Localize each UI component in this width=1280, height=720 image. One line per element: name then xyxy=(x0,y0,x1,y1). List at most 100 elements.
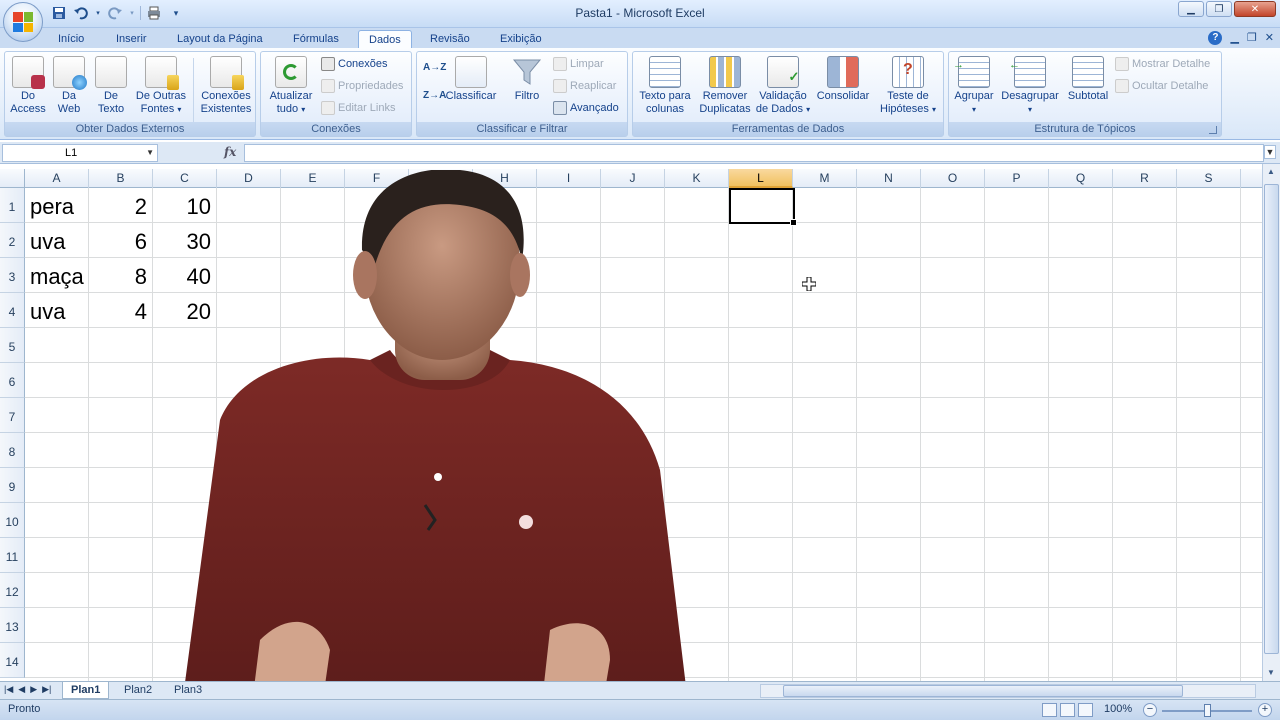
row-header-3[interactable]: 3 xyxy=(0,258,25,293)
column-header-f[interactable]: F xyxy=(345,169,409,188)
teste-de-hipoteses-button[interactable]: ? Teste de Hipóteses ▾ xyxy=(875,54,941,116)
insert-function-icon[interactable]: fx xyxy=(224,145,236,159)
zoom-in-button[interactable]: + xyxy=(1258,703,1272,717)
formula-input[interactable] xyxy=(244,144,1264,162)
help-icon[interactable]: ? xyxy=(1208,31,1223,45)
cell-b4[interactable]: 4 xyxy=(89,294,147,329)
expand-formula-bar-icon[interactable]: ▼ xyxy=(1264,145,1276,159)
last-sheet-icon[interactable]: ▶| xyxy=(42,684,51,695)
page-layout-view-icon[interactable] xyxy=(1060,703,1075,717)
column-header-b[interactable]: B xyxy=(89,169,153,188)
cell-b2[interactable]: 6 xyxy=(89,224,147,259)
worksheet-grid[interactable]: pera 2 10 uva 6 30 maça 8 40 uva 4 20 ABCDEFGHIJKLM… xyxy=(0,169,1262,681)
do-access-button[interactable]: Do Access xyxy=(7,54,49,116)
column-header-a[interactable]: A xyxy=(25,169,89,188)
row-header-12[interactable]: 12 xyxy=(0,573,25,608)
next-sheet-icon[interactable]: ▶ xyxy=(30,684,37,695)
texto-para-colunas-button[interactable]: Texto para colunas xyxy=(635,54,695,116)
ribbon-minimize-icon[interactable]: ▁ xyxy=(1230,31,1238,45)
vertical-scrollbar[interactable]: ▲ ▼ xyxy=(1262,164,1280,681)
chevron-down-icon[interactable]: ▼ xyxy=(146,145,154,161)
column-header-r[interactable]: R xyxy=(1113,169,1177,188)
sheet-tab-plan3[interactable]: Plan3 xyxy=(166,682,210,699)
column-header-c[interactable]: C xyxy=(153,169,217,188)
column-header-d[interactable]: D xyxy=(217,169,281,188)
close-button[interactable]: ✕ xyxy=(1234,1,1276,17)
ribbon-restore-icon[interactable]: ❐ xyxy=(1247,31,1257,45)
tab-dados[interactable]: Dados xyxy=(358,30,412,48)
ocultar-detalhe-button[interactable]: Ocultar Detalhe xyxy=(1115,76,1208,96)
de-texto-button[interactable]: De Texto xyxy=(91,54,131,116)
row-header-2[interactable]: 2 xyxy=(0,223,25,258)
cell-b1[interactable]: 2 xyxy=(89,189,147,224)
agrupar-button[interactable]: → Agrupar ▾ xyxy=(951,54,997,116)
subtotal-button[interactable]: Subtotal xyxy=(1063,54,1113,103)
zoom-level[interactable]: 100% xyxy=(1104,703,1132,715)
cell-a4[interactable]: uva xyxy=(30,294,89,329)
validacao-de-dados-button[interactable]: ✓ Validação de Dados ▾ xyxy=(755,54,811,116)
first-sheet-icon[interactable]: |◀ xyxy=(4,684,13,695)
atualizar-tudo-button[interactable]: Atualizar tudo ▾ xyxy=(265,54,317,116)
row-header-5[interactable]: 5 xyxy=(0,328,25,363)
limpar-button[interactable]: Limpar xyxy=(553,54,604,74)
filtro-button[interactable]: Filtro xyxy=(505,54,549,103)
tab-layout-da-pagina[interactable]: Layout da Página xyxy=(167,30,273,48)
column-header-o[interactable]: O xyxy=(921,169,985,188)
cell-c4[interactable]: 20 xyxy=(153,294,211,329)
tab-formulas[interactable]: Fórmulas xyxy=(283,30,349,48)
column-header-s[interactable]: S xyxy=(1177,169,1241,188)
tab-exibicao[interactable]: Exibição xyxy=(490,30,552,48)
mostrar-detalhe-button[interactable]: Mostrar Detalhe xyxy=(1115,54,1210,74)
horizontal-scroll-thumb[interactable] xyxy=(783,685,1183,697)
column-header-q[interactable]: Q xyxy=(1049,169,1113,188)
cell-a3[interactable]: maça xyxy=(30,259,89,294)
zoom-slider-knob[interactable] xyxy=(1204,704,1211,717)
select-all-corner[interactable] xyxy=(0,169,25,188)
normal-view-icon[interactable] xyxy=(1042,703,1057,717)
row-header-13[interactable]: 13 xyxy=(0,608,25,643)
column-header-j[interactable]: J xyxy=(601,169,665,188)
name-box[interactable]: L1 ▼ xyxy=(2,144,158,162)
row-header-7[interactable]: 7 xyxy=(0,398,25,433)
column-header-i[interactable]: I xyxy=(537,169,601,188)
column-header-p[interactable]: P xyxy=(985,169,1049,188)
scroll-up-icon[interactable]: ▲ xyxy=(1263,164,1279,180)
tab-inicio[interactable]: Início xyxy=(48,30,94,48)
column-header-e[interactable]: E xyxy=(281,169,345,188)
prev-sheet-icon[interactable]: ◀ xyxy=(18,684,25,695)
propriedades-button[interactable]: Propriedades xyxy=(321,76,403,96)
classificar-button[interactable]: Classificar xyxy=(443,54,499,103)
row-header-6[interactable]: 6 xyxy=(0,363,25,398)
zoom-out-button[interactable]: − xyxy=(1143,703,1157,717)
consolidar-button[interactable]: Consolidar xyxy=(813,54,873,103)
cell-c2[interactable]: 30 xyxy=(153,224,211,259)
dialog-launcher-icon[interactable] xyxy=(1209,126,1217,134)
conexoes-button[interactable]: Conexões xyxy=(321,54,388,74)
row-header-14[interactable]: 14 xyxy=(0,643,25,678)
cell-a1[interactable]: pera xyxy=(30,189,89,224)
horizontal-scrollbar[interactable] xyxy=(760,684,1256,698)
page-break-preview-icon[interactable] xyxy=(1078,703,1093,717)
vertical-scroll-thumb[interactable] xyxy=(1264,184,1279,654)
tab-inserir[interactable]: Inserir xyxy=(106,30,157,48)
cell-c1[interactable]: 10 xyxy=(153,189,211,224)
row-header-9[interactable]: 9 xyxy=(0,468,25,503)
row-header-4[interactable]: 4 xyxy=(0,293,25,328)
sheet-tab-plan2[interactable]: Plan2 xyxy=(116,682,160,699)
avancado-button[interactable]: Avançado xyxy=(553,98,619,118)
column-header-n[interactable]: N xyxy=(857,169,921,188)
conexoes-existentes-button[interactable]: Conexões Existentes xyxy=(197,54,255,116)
reaplicar-button[interactable]: Reaplicar xyxy=(553,76,616,96)
column-header-h[interactable]: H xyxy=(473,169,537,188)
column-header-l[interactable]: L xyxy=(729,169,793,188)
row-header-11[interactable]: 11 xyxy=(0,538,25,573)
office-button[interactable] xyxy=(3,2,43,42)
ribbon-close-icon[interactable]: ✕ xyxy=(1265,31,1274,45)
remover-duplicatas-button[interactable]: Remover Duplicatas xyxy=(695,54,755,116)
cell-c3[interactable]: 40 xyxy=(153,259,211,294)
sheet-tab-plan1[interactable]: Plan1 xyxy=(62,682,110,699)
column-header-g[interactable]: G xyxy=(409,169,473,188)
desagrupar-button[interactable]: ← Desagrupar ▾ xyxy=(997,54,1063,116)
row-header-1[interactable]: 1 xyxy=(0,188,25,223)
active-cell-l1[interactable] xyxy=(729,188,797,226)
